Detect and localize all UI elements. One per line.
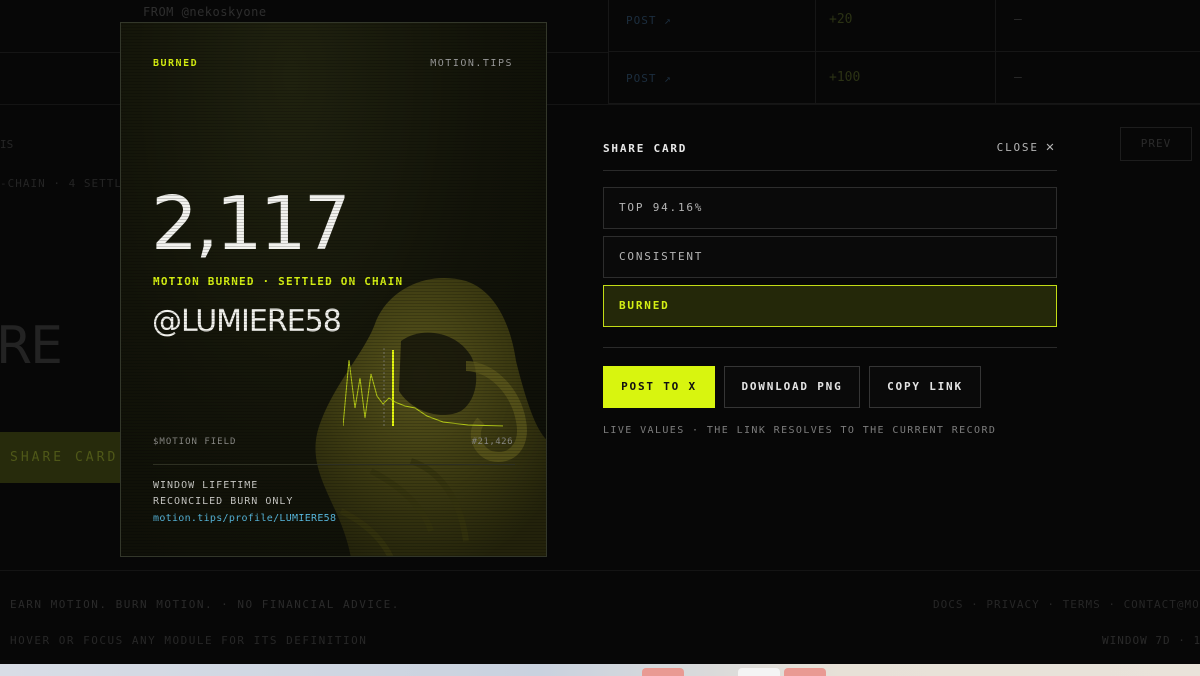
prev-button[interactable]: PREV xyxy=(1120,127,1192,161)
share-card-button[interactable]: SHARE CARD xyxy=(0,432,120,483)
reconciled-burn-text: RECONCILED BURN ONLY xyxy=(153,496,294,507)
download-png-button[interactable]: DOWNLOAD PNG xyxy=(724,366,860,408)
bg-divider xyxy=(0,570,1200,571)
close-button[interactable]: CLOSE ✕ xyxy=(997,140,1056,154)
live-values-note: LIVE VALUES · THE LINK RESOLVES TO THE C… xyxy=(603,425,997,436)
option-consistent[interactable]: CONSISTENT xyxy=(603,236,1057,278)
taskbar-app-icon[interactable] xyxy=(784,668,826,676)
bg-row-dash: — xyxy=(1014,70,1022,85)
field-label: $MOTION FIELD xyxy=(153,437,237,447)
post-to-x-button[interactable]: POST TO X xyxy=(603,366,715,408)
card-site-label: MOTION.TIPS xyxy=(430,58,513,69)
close-icon: ✕ xyxy=(1045,139,1056,155)
table-row: POST ↗ +100 — xyxy=(609,52,1200,104)
share-card-preview: BURNED MOTION.TIPS 2,117 MOTION BURNED ·… xyxy=(120,22,547,557)
table-row: POST ↗ +20 — xyxy=(609,0,1200,52)
share-panel: SHARE CARD CLOSE ✕ TOP 94.16% CONSISTENT… xyxy=(603,130,1057,450)
panel-divider xyxy=(603,170,1057,171)
card-subtitle: MOTION BURNED · SETTLED ON CHAIN xyxy=(153,275,404,288)
card-handle: @LUMIERE58 xyxy=(152,304,342,339)
taskbar-app-icon[interactable] xyxy=(738,668,780,676)
copy-link-button[interactable]: COPY LINK xyxy=(869,366,981,408)
motion-field-sparkline xyxy=(343,348,503,427)
panel-title: SHARE CARD xyxy=(603,142,688,155)
bg-fragment: -CHAIN · 4 SETTL xyxy=(0,177,122,190)
profile-url: motion.tips/profile/LUMIERE58 xyxy=(153,513,337,524)
card-divider xyxy=(153,464,515,465)
bg-fragment: IS xyxy=(0,138,14,151)
bg-row-action: POST ↗ xyxy=(626,14,672,27)
bg-from-text: FROM @nekoskyone xyxy=(143,5,267,19)
window-lifetime-text: WINDOW LIFETIME xyxy=(153,480,259,491)
taskbar-app-icon[interactable] xyxy=(642,668,684,676)
card-burn-value: 2,117 xyxy=(151,181,351,267)
footer-disclaimer: EARN MOTION. BURN MOTION. · NO FINANCIAL… xyxy=(10,598,400,611)
bg-activity-table: POST ↗ +20 — POST ↗ +100 — xyxy=(608,0,1200,104)
bg-row-delta: +20 xyxy=(829,12,853,27)
footer-links[interactable]: DOCS · PRIVACY · TERMS · CONTACT@MO xyxy=(933,598,1200,611)
bg-row-action: POST ↗ xyxy=(626,72,672,85)
bg-big-heading: RE xyxy=(0,316,63,376)
bg-row-dash: — xyxy=(1014,12,1022,27)
os-taskbar xyxy=(0,664,1200,676)
option-top-percent[interactable]: TOP 94.16% xyxy=(603,187,1057,229)
bg-row-delta: +100 xyxy=(829,70,861,85)
close-label: CLOSE xyxy=(996,140,1039,154)
card-badge: BURNED xyxy=(153,58,199,69)
footer-hint: HOVER OR FOCUS ANY MODULE FOR ITS DEFINI… xyxy=(10,634,368,647)
window-label: WINDOW 7D · 1 xyxy=(1102,634,1200,647)
option-burned[interactable]: BURNED xyxy=(603,285,1057,327)
rank-number: #21,426 xyxy=(471,437,513,447)
panel-divider xyxy=(603,347,1057,348)
